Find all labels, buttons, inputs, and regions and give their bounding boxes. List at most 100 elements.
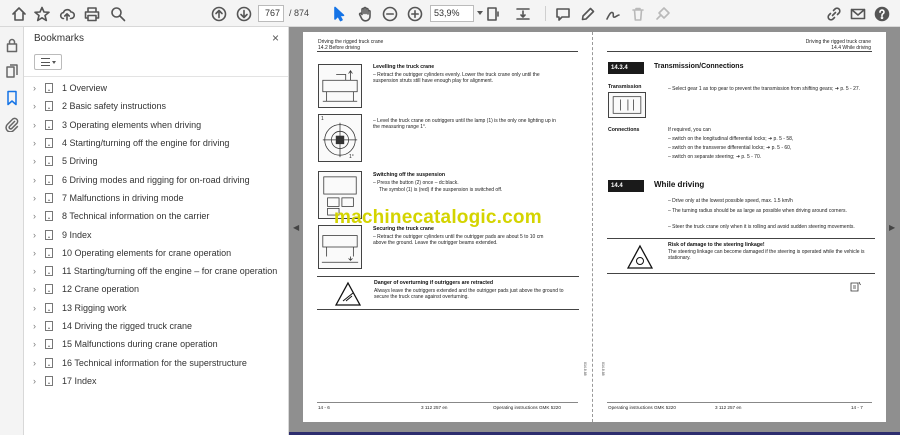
chevron-down-icon <box>51 60 56 64</box>
bookmark-label: 10 Operating elements for crane operatio… <box>62 247 232 258</box>
chevron-right-icon[interactable]: › <box>33 120 41 130</box>
next-page-arrow-icon[interactable]: ▶ <box>889 223 895 232</box>
bookmark-item[interactable]: › 11 Starting/turning off the engine – fo… <box>24 262 289 280</box>
bookmark-item[interactable]: › 9 Index <box>24 225 289 243</box>
zoom-out-icon[interactable] <box>379 3 400 24</box>
chevron-right-icon[interactable]: › <box>33 193 41 203</box>
page-up-icon[interactable] <box>208 3 229 24</box>
lock-icon[interactable] <box>4 37 20 53</box>
bookmark-star-icon[interactable] <box>31 3 52 24</box>
bookmark-item[interactable]: › 12 Crane operation <box>24 280 289 298</box>
bookmark-label: 5 Driving <box>62 156 98 167</box>
bookmark-item[interactable]: › 3 Operating elements when driving <box>24 116 289 134</box>
share-link-icon[interactable] <box>823 3 844 24</box>
text-securing: – Retract the outrigger cylinders until … <box>373 234 544 247</box>
chevron-right-icon[interactable]: › <box>33 83 41 93</box>
bookmark-item[interactable]: › 13 Rigging work <box>24 299 289 317</box>
chevron-right-icon[interactable]: › <box>33 339 41 349</box>
list-options-icon <box>40 58 50 66</box>
document-view[interactable]: ◀ ▶ Driving the rigged truck crane 14.2 … <box>289 27 900 435</box>
zoom-in-icon[interactable] <box>404 3 425 24</box>
email-icon[interactable] <box>847 3 868 24</box>
highlight-pen-icon[interactable] <box>577 3 598 24</box>
bookmark-item[interactable]: › 15 Malfunctions during crane operation <box>24 335 289 353</box>
bookmark-item[interactable]: › 2 Basic safety instructions <box>24 97 289 115</box>
section-heading-transmission: 14.3.4 Transmission/Connections <box>608 62 873 74</box>
chevron-right-icon[interactable]: › <box>33 156 41 166</box>
bookmark-icon <box>45 229 53 240</box>
bookmark-item[interactable]: › 5 Driving <box>24 152 289 170</box>
bookmark-icon <box>45 247 53 258</box>
attachments-icon[interactable] <box>4 116 20 133</box>
bookmark-options-dropdown[interactable] <box>34 54 62 70</box>
page-number-input[interactable]: 767 <box>258 5 284 22</box>
hand-tool-icon[interactable] <box>354 3 375 24</box>
bookmark-item[interactable]: › 10 Operating elements for crane operati… <box>24 244 289 262</box>
bookmark-item[interactable]: › 4 Starting/turning off the engine for d… <box>24 134 289 152</box>
footer-page-number: 14 - 6 <box>318 405 330 410</box>
scroll-mode-icon[interactable] <box>512 3 533 24</box>
bookmark-item[interactable]: › 17 Index <box>24 372 289 390</box>
figure-label-degree: 1° <box>349 154 354 160</box>
bookmark-label: 13 Rigging work <box>62 302 127 313</box>
pdf-page-right: Driving the rigged truck crane 14.4 Whil… <box>592 32 886 422</box>
heading-suspension: Switching off the suspension <box>373 172 446 178</box>
chevron-right-icon[interactable]: › <box>33 101 41 111</box>
bookmark-icon <box>45 83 53 94</box>
chevron-right-icon[interactable]: › <box>33 376 41 386</box>
chevron-right-icon[interactable]: › <box>33 138 41 148</box>
footer-document-number: 3 112 257 en <box>421 405 448 410</box>
bookmark-label: 4 Starting/turning off the engine for dr… <box>62 138 230 149</box>
figure-label-1: 1 <box>321 116 324 122</box>
bookmark-item[interactable]: › 7 Malfunctions in driving mode <box>24 189 289 207</box>
chevron-right-icon[interactable]: › <box>33 321 41 331</box>
previous-page-arrow-icon[interactable]: ◀ <box>293 223 299 232</box>
chevron-right-icon[interactable]: › <box>33 303 41 313</box>
chevron-right-icon[interactable]: › <box>33 211 41 221</box>
bookmark-icon <box>45 192 53 203</box>
bookmark-label: 14 Driving the rigged truck crane <box>62 321 193 331</box>
text-transmission: – Select gear 1 as top gear to prevent t… <box>668 86 861 92</box>
text-connection-1: – switch on the longitudinal differentia… <box>668 136 794 142</box>
fit-page-icon[interactable] <box>482 3 503 24</box>
bookmarks-panel-icon[interactable] <box>4 90 20 106</box>
section-heading-while-driving: 14.4 While driving <box>608 180 873 192</box>
bookmark-item[interactable]: › 6 Driving modes and rigging for on-road… <box>24 170 289 188</box>
draw-signature-icon[interactable] <box>602 3 623 24</box>
select-cursor-icon[interactable] <box>328 3 349 24</box>
page-thumbnails-icon[interactable] <box>4 64 20 80</box>
home-icon[interactable] <box>8 3 29 24</box>
bookmark-label: 17 Index <box>62 375 97 386</box>
more-tools-icon <box>652 3 673 24</box>
zoom-level-input[interactable]: 53,9% <box>430 5 474 22</box>
bookmark-item[interactable]: › 16 Technical information for the supers… <box>24 353 289 371</box>
help-icon[interactable] <box>871 3 892 24</box>
watermark-text: machinecatalogic.com <box>334 207 542 228</box>
page-down-icon[interactable] <box>233 3 254 24</box>
bookmark-label: 11 Starting/turning off the engine – for… <box>62 266 278 277</box>
bookmark-label: 15 Malfunctions during crane operation <box>62 339 218 350</box>
section-title: While driving <box>654 180 705 189</box>
bookmark-item[interactable]: › 14 Driving the rigged truck crane <box>24 317 289 335</box>
bookmark-icon <box>45 321 53 331</box>
bookmark-list: › 1 Overview › 2 Basic safety instructions ›… <box>24 79 289 390</box>
bookmark-icon <box>45 211 53 222</box>
text-connections-intro: If required, you can <box>668 127 711 133</box>
cloud-upload-icon[interactable] <box>56 3 77 24</box>
bookmark-item[interactable]: › 8 Technical information on the carrier <box>24 207 289 225</box>
chevron-right-icon[interactable]: › <box>33 358 41 368</box>
chevron-right-icon[interactable]: › <box>33 230 41 240</box>
print-icon[interactable] <box>81 3 102 24</box>
bookmark-item[interactable]: › 1 Overview <box>24 79 289 97</box>
chevron-right-icon[interactable]: › <box>33 175 41 185</box>
chevron-right-icon[interactable]: › <box>33 284 41 294</box>
bookmark-icon <box>45 375 53 386</box>
chevron-right-icon[interactable]: › <box>33 266 41 276</box>
bookmarks-panel-title: Bookmarks <box>34 33 85 44</box>
close-icon[interactable]: × <box>272 31 279 45</box>
toolbar-separator <box>545 6 546 21</box>
section-number: 14.4 <box>608 180 644 192</box>
comment-icon[interactable] <box>552 3 573 24</box>
find-zoom-icon[interactable] <box>107 3 128 24</box>
chevron-right-icon[interactable]: › <box>33 248 41 258</box>
